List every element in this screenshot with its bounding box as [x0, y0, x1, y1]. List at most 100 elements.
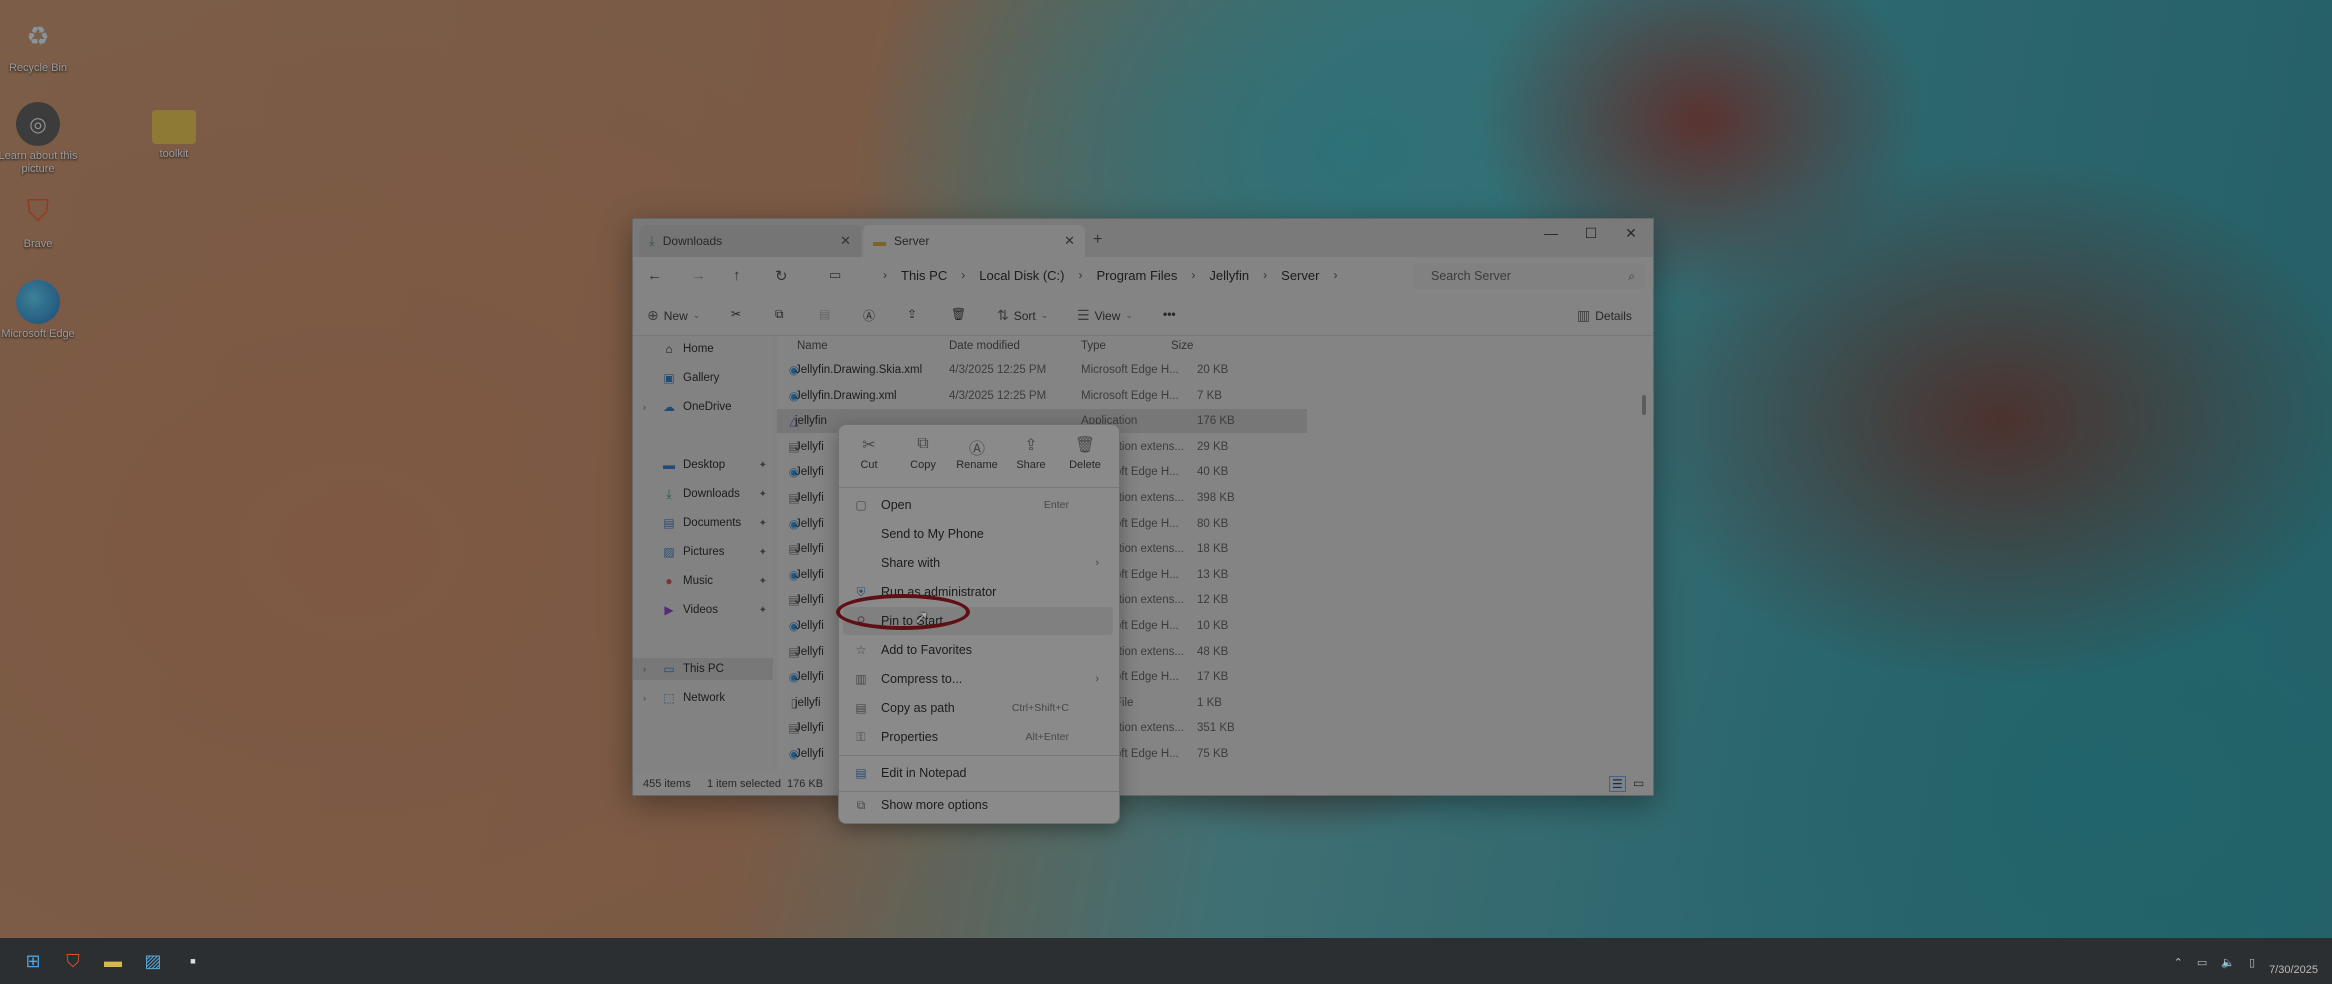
address-bar: ← → ↑ ↻ ▭ › This PC › Local Disk (C:) › …	[633, 257, 1653, 295]
copy-icon[interactable]: ⧉	[775, 307, 784, 322]
nav-this-pc[interactable]: › ▭ This PC	[633, 658, 773, 680]
column-header-size[interactable]: Size	[1171, 340, 1193, 352]
battery-icon[interactable]: ▯	[2249, 956, 2255, 969]
close-window-button[interactable]: ✕	[1617, 225, 1645, 242]
up-icon[interactable]: ↑	[733, 267, 741, 284]
cut-icon[interactable]: ✂	[731, 307, 741, 321]
volume-icon[interactable]: 🔈	[2221, 956, 2235, 969]
recycle-bin-icon: ♻	[26, 20, 50, 51]
menu-item-send-to-phone[interactable]: Send to My Phone	[843, 520, 1113, 548]
cell-name: Jellyfi	[795, 671, 824, 684]
copy-button[interactable]: ⧉ Copy	[899, 435, 947, 471]
breadcrumb-jellyfin[interactable]: Jellyfin	[1201, 268, 1257, 283]
desktop-icon-edge[interactable]: Microsoft Edge	[0, 280, 78, 341]
desktop-icon-toolkit[interactable]: toolkit	[134, 104, 214, 161]
nav-network[interactable]: › ⬚ Network	[633, 687, 773, 709]
details-button[interactable]: ▥ Details	[1577, 307, 1632, 324]
rename-icon[interactable]: Ⓐ	[863, 307, 875, 324]
desktop-icon-brave[interactable]: ⛉ Brave	[0, 190, 78, 251]
nav-gallery[interactable]: ▣ Gallery	[633, 367, 773, 389]
maximize-button[interactable]: ☐	[1577, 225, 1605, 242]
column-header-date[interactable]: Date modified	[949, 340, 1020, 352]
cell-name: Jellyfi	[795, 466, 824, 479]
nav-pictures[interactable]: ▨ Pictures ✦	[633, 541, 773, 563]
menu-item-share-with[interactable]: Share with ›	[843, 549, 1113, 577]
menu-item-add-to-favorites[interactable]: ☆ Add to Favorites	[843, 636, 1113, 664]
photos-icon: ▨	[144, 950, 162, 971]
nav-desktop[interactable]: ▬ Desktop ✦	[633, 454, 773, 476]
share-icon[interactable]: ⇪	[907, 307, 917, 321]
forward-icon[interactable]: →	[691, 267, 706, 284]
new-button[interactable]: ⊕ New ⌄	[647, 307, 700, 324]
nav-downloads[interactable]: ⤓ Downloads ✦	[633, 483, 773, 505]
nav-home[interactable]: ⌂ Home	[633, 338, 773, 360]
menu-item-properties[interactable]: ⚿ Properties Alt+Enter	[843, 723, 1113, 751]
start-button[interactable]: ⊞	[20, 948, 46, 974]
cut-button[interactable]: ✂ Cut	[845, 435, 893, 471]
view-button[interactable]: ☰ View ⌄	[1077, 307, 1133, 324]
nav-music[interactable]: ● Music ✦	[633, 570, 773, 592]
menu-item-show-more-options[interactable]: ⧉ Show more options	[843, 791, 1113, 819]
more-icon[interactable]: •••	[1163, 307, 1176, 321]
brave-icon: ⛉	[26, 195, 50, 228]
delete-button[interactable]: 🗑 Delete	[1061, 435, 1109, 471]
refresh-icon[interactable]: ↻	[775, 267, 788, 285]
tab-downloads[interactable]: ⤓ Downloads ✕	[639, 225, 861, 257]
taskbar-terminal[interactable]: ▪	[180, 948, 206, 974]
back-icon[interactable]: ←	[647, 267, 662, 284]
chevron-right-icon: ›	[1263, 268, 1268, 282]
nav-documents[interactable]: ▤ Documents ✦	[633, 512, 773, 534]
menu-item-copy-as-path[interactable]: ▤ Copy as path Ctrl+Shift+C	[843, 694, 1113, 722]
table-row[interactable]: ◉ Jellyfin.Drawing.xml 4/3/2025 12:25 PM Mi…	[777, 384, 1307, 408]
nav-videos[interactable]: ▶ Videos ✦	[633, 599, 773, 621]
chevron-right-icon[interactable]: ›	[643, 402, 646, 412]
pin-icon: ✦	[758, 604, 767, 616]
open-icon: ▢	[855, 498, 867, 512]
search-input[interactable]: Search Server ⌕	[1413, 263, 1645, 289]
column-header-name[interactable]: Name	[797, 340, 828, 352]
clock[interactable]: 7/30/2025	[2269, 964, 2318, 976]
network-icon[interactable]: ▭	[2197, 956, 2207, 969]
cell-name: Jellyfi	[795, 517, 824, 530]
tiles-view-icon[interactable]: ▭	[1633, 776, 1644, 790]
pin-icon: ✦	[758, 546, 767, 558]
close-tab-icon[interactable]: ✕	[1064, 233, 1075, 249]
breadcrumb-local-disk[interactable]: Local Disk (C:)	[971, 268, 1072, 283]
chevron-right-icon: ›	[961, 268, 966, 282]
desktop-icon-recycle-bin[interactable]: ♻ Recycle Bin	[0, 14, 78, 75]
chevron-up-icon[interactable]: ⌃	[2174, 956, 2183, 969]
menu-item-edit-in-notepad[interactable]: ▤ Edit in Notepad	[843, 759, 1113, 787]
menu-item-compress-to[interactable]: ▥ Compress to... ›	[843, 665, 1113, 693]
tab-server[interactable]: ▬ Server ✕	[863, 225, 1085, 257]
view-icon: ☰	[1077, 307, 1090, 323]
trash-icon[interactable]: 🗑	[951, 307, 966, 321]
column-header-type[interactable]: Type	[1081, 340, 1106, 352]
sort-button[interactable]: ⇅ Sort ⌄	[997, 307, 1048, 324]
nav-onedrive[interactable]: › ☁ OneDrive	[633, 396, 773, 418]
new-tab-button[interactable]: +	[1093, 231, 1102, 249]
chevron-right-icon[interactable]: ›	[643, 693, 646, 703]
taskbar-brave[interactable]: ⛉	[60, 948, 86, 974]
minimize-button[interactable]: —	[1537, 225, 1565, 241]
details-view-icon[interactable]: ☰	[1609, 776, 1626, 792]
rename-button[interactable]: Ⓐ Rename	[953, 435, 1001, 471]
breadcrumb-server[interactable]: Server	[1273, 268, 1327, 283]
paste-icon[interactable]: ▤	[819, 307, 830, 321]
mouse-cursor-icon: ➚	[914, 607, 930, 627]
breadcrumb-this-pc[interactable]: This PC	[893, 268, 955, 283]
monitor-icon[interactable]: ▭	[829, 267, 841, 283]
close-tab-icon[interactable]: ✕	[840, 233, 851, 249]
taskbar-file-explorer[interactable]: ▬	[100, 948, 126, 974]
desktop-icon-learn-about-picture[interactable]: ◎ Learn about this picture	[0, 102, 78, 176]
cell-name: Jellyfi	[795, 594, 824, 607]
music-icon: ●	[665, 574, 673, 588]
chevron-right-icon[interactable]: ›	[643, 664, 646, 674]
scrollbar-thumb[interactable]	[1642, 395, 1646, 415]
breadcrumb-program-files[interactable]: Program Files	[1088, 268, 1185, 283]
share-button[interactable]: ⇪ Share	[1007, 435, 1055, 471]
menu-item-open[interactable]: ▢ Open Enter	[843, 491, 1113, 519]
cell-size: 18 KB	[1197, 543, 1229, 556]
taskbar-photos[interactable]: ▨	[140, 948, 166, 974]
table-row[interactable]: ◉ Jellyfin.Drawing.Skia.xml 4/3/2025 12:25…	[777, 358, 1307, 382]
cell-size: 13 KB	[1197, 568, 1229, 581]
